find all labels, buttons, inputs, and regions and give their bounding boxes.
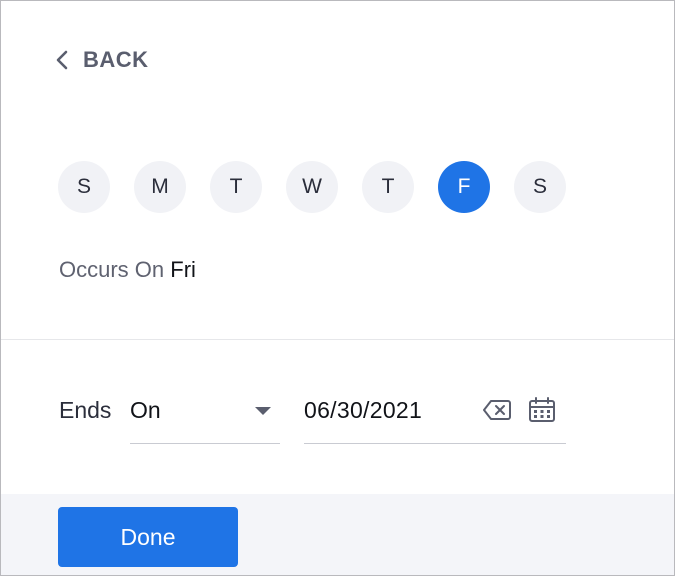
day-wednesday[interactable]: W <box>286 161 338 213</box>
caret-down-icon <box>255 407 271 415</box>
done-button[interactable]: Done <box>58 507 238 567</box>
occurs-on-value: Fri <box>170 257 196 282</box>
day-tuesday[interactable]: T <box>210 161 262 213</box>
backspace-clear-icon[interactable] <box>482 399 512 421</box>
ends-mode-dropdown[interactable]: On <box>130 387 280 444</box>
chevron-left-icon <box>56 50 68 70</box>
back-label: BACK <box>83 47 149 72</box>
weekday-selector: S M T W T F S <box>58 161 566 213</box>
day-saturday[interactable]: S <box>514 161 566 213</box>
back-button[interactable]: BACK <box>55 47 149 73</box>
ends-mode-value: On <box>130 397 161 423</box>
ends-label: Ends <box>59 397 112 423</box>
occurs-on-summary: Occurs On Fri <box>59 257 196 283</box>
calendar-icon[interactable] <box>528 397 556 423</box>
footer-bar: Done <box>1 494 674 575</box>
end-date-field: 06/30/2021 <box>304 387 566 444</box>
day-thursday[interactable]: T <box>362 161 414 213</box>
end-date-input[interactable]: 06/30/2021 <box>304 397 422 424</box>
day-sunday[interactable]: S <box>58 161 110 213</box>
day-friday[interactable]: F <box>438 161 490 213</box>
recurrence-panel: BACK S M T W T F S Occurs On Fri Ends On… <box>0 0 675 576</box>
section-divider <box>1 339 674 340</box>
occurs-on-label: Occurs On <box>59 257 165 282</box>
day-monday[interactable]: M <box>134 161 186 213</box>
